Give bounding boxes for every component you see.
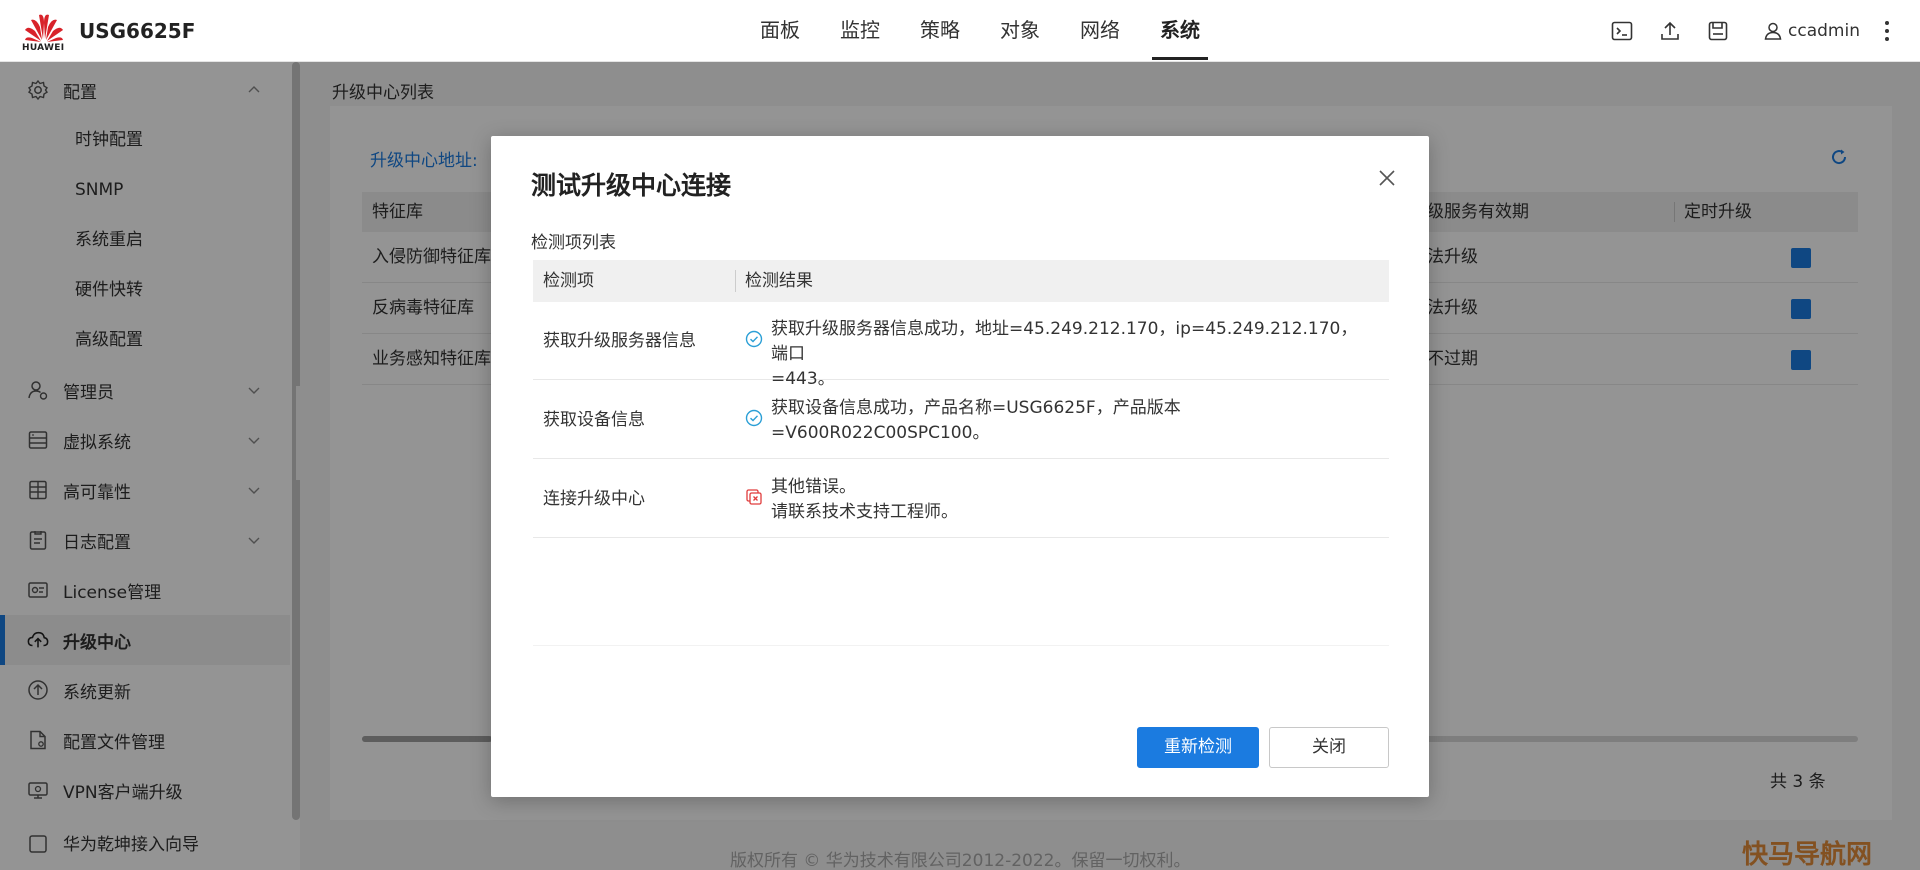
- check-result: 其他错误。 请联系技术支持工程师。: [771, 475, 1371, 525]
- check-row: 获取设备信息 获取设备信息成功，产品名称=USG6625F，产品版本 =V600…: [533, 381, 1389, 459]
- nav-network[interactable]: 网络: [1060, 0, 1140, 62]
- close-button[interactable]: 关闭: [1269, 727, 1389, 768]
- header-tools: ccadmin: [1598, 0, 1920, 62]
- column-check-result: 检测结果: [745, 271, 813, 291]
- more-icon[interactable]: [1884, 20, 1890, 42]
- check-item: 连接升级中心: [543, 489, 645, 509]
- result-line: 请联系技术支持工程师。: [771, 502, 958, 522]
- success-check-icon: [745, 330, 763, 348]
- nav-object[interactable]: 对象: [980, 0, 1060, 62]
- dialog-title: 测试升级中心连接: [531, 171, 732, 200]
- top-bar: HUAWEI USG6625F 面板 监控 策略 对象 网络 系统 ccadmi…: [0, 0, 1920, 62]
- empty-table-area: [533, 538, 1389, 646]
- user-name[interactable]: ccadmin: [1788, 21, 1860, 41]
- check-list-label: 检测项列表: [531, 233, 616, 253]
- upload-icon[interactable]: [1659, 20, 1681, 42]
- main-nav: 面板 监控 策略 对象 网络 系统: [740, 0, 1220, 62]
- error-icon: [746, 489, 762, 505]
- terminal-icon[interactable]: [1611, 20, 1633, 42]
- nav-monitor[interactable]: 监控: [820, 0, 900, 62]
- save-icon[interactable]: [1707, 20, 1729, 42]
- device-name: USG6625F: [79, 19, 196, 43]
- close-icon[interactable]: [1377, 168, 1397, 188]
- success-check-icon: [745, 409, 763, 427]
- check-row: 获取升级服务器信息 获取升级服务器信息成功，地址=45.249.212.170，…: [533, 302, 1389, 389]
- check-row: 连接升级中心 其他错误。 请联系技术支持工程师。: [533, 460, 1389, 538]
- result-line: 获取设备信息成功，产品名称=USG6625F，产品版本: [771, 398, 1181, 418]
- result-line: =V600R022C00SPC100。: [771, 423, 990, 443]
- nav-dashboard[interactable]: 面板: [740, 0, 820, 62]
- check-item: 获取升级服务器信息: [543, 331, 696, 351]
- nav-system[interactable]: 系统: [1140, 0, 1220, 62]
- check-item: 获取设备信息: [543, 410, 645, 430]
- column-divider: [735, 270, 736, 292]
- result-line: 其他错误。: [771, 477, 856, 497]
- check-result: 获取设备信息成功，产品名称=USG6625F，产品版本 =V600R022C00…: [771, 396, 1371, 446]
- check-table-header: 检测项 检测结果: [533, 260, 1389, 302]
- test-connection-dialog: 测试升级中心连接 检测项列表 检测项 检测结果 获取升级服务器信息 获取升级服务…: [491, 136, 1429, 797]
- retry-button[interactable]: 重新检测: [1137, 727, 1259, 768]
- logo-text: HUAWEI: [22, 43, 65, 53]
- user-icon[interactable]: [1762, 20, 1784, 42]
- result-line: 获取升级服务器信息成功，地址=45.249.212.170，ip=45.249.…: [771, 319, 1358, 364]
- column-check-item: 检测项: [543, 271, 594, 291]
- nav-policy[interactable]: 策略: [900, 0, 980, 62]
